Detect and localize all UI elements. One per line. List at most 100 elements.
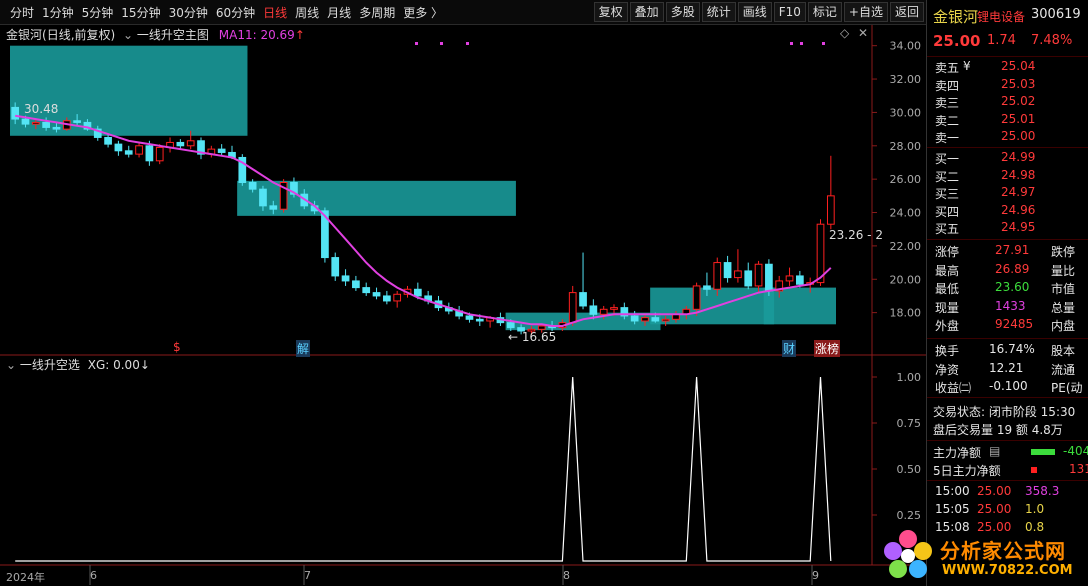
signal-dot-3 [790,42,793,45]
unlock-marker[interactable]: 解 [296,340,311,357]
date-label-jun: 6 [90,569,97,582]
ask-row-4: 卖一 25.00 [927,129,1088,146]
candle-55[interactable] [579,252,587,310]
candle-11[interactable] [124,145,133,158]
toolbar-button-7[interactable]: +自选 [843,2,888,22]
candle-70[interactable] [734,249,742,283]
kline-chart[interactable]: 34.00 32.00 30.00 28.00 26.00 24.00 22.00 20.00… [0,25,926,586]
toolbar-button-8[interactable]: 返回 [889,2,924,22]
period-tab-4[interactable]: 30分钟 [165,4,212,21]
ask-price: 25.02 [1001,94,1036,108]
quote-panel: 金银河 锂电设备 300619 25.00 1.74 7.48% 交易状态: 闭… [926,0,1088,586]
toolbar-button-2[interactable]: 多股 [665,2,700,22]
candle-20[interactable] [217,144,226,156]
dividend-marker[interactable]: $ [173,340,181,354]
candle-10[interactable] [114,140,123,156]
candle-18[interactable] [197,137,205,160]
ask-price: 25.04 [1001,59,1036,73]
main-net5-bar [1031,467,1037,473]
candle-69[interactable] [723,255,732,283]
period-tab-3[interactable]: 15分钟 [117,4,164,21]
period-tab-7[interactable]: 周线 [291,4,323,21]
period-tab-10[interactable]: 更多 〉 [399,4,447,21]
candle-9[interactable] [104,134,112,148]
bid-label: 买二 [935,169,960,184]
table-icon[interactable]: ▤ [989,444,1000,458]
candle-54[interactable] [568,285,577,326]
candle-34[interactable] [362,282,371,296]
toolbar-button-5[interactable]: F10 [773,2,806,22]
close-icon[interactable]: ✕ [858,26,868,40]
price-axis: 34.00 32.00 30.00 28.00 26.00 24.00 22.00 20.00… [872,40,921,320]
candle-35[interactable] [372,287,381,300]
stat2-label2: PE(动 [1051,381,1083,395]
sub-header: ⌄ 一线升空选 XG: 0.00↓ [6,356,150,373]
period-tab-0[interactable]: 分时 [6,4,38,21]
candle-16[interactable] [176,139,185,150]
period-tab-8[interactable]: 月线 [323,4,355,21]
stat-value: 23.60 [995,280,1030,294]
diamond-icon[interactable]: ◇ [840,26,849,40]
tick-row-1: 15:05 25.00 1.0 [927,502,1088,519]
candle-15[interactable] [166,137,174,153]
date-label-sep: 9 [812,569,819,582]
candle-33[interactable] [352,275,360,291]
limit-up-marker[interactable]: 涨榜 [814,340,841,357]
sub-tick-label-0: 1.00 [897,371,922,384]
candle-71[interactable] [744,262,753,290]
period-tab-6[interactable]: 日线 [259,4,291,21]
candle-26[interactable] [279,179,288,213]
period-tab-9[interactable]: 多周期 [355,4,399,21]
ask-price: 25.01 [1001,111,1036,126]
toolbar-button-6[interactable]: 标记 [807,2,842,22]
tick-volume: 358.3 [1025,484,1060,498]
sub-indicator-name[interactable]: 一线升空选 [20,358,80,372]
ask-row-0: 卖五 ¥25.04 [927,59,1088,76]
stat-label2: 量比 [1051,263,1076,278]
ma-arrow-icon: ↑ [294,28,305,42]
ask-label: 卖二 [935,113,960,128]
toolbar-button-3[interactable]: 统计 [701,2,736,22]
signal-dot-5 [822,42,825,45]
candle-79[interactable] [826,155,835,230]
ask-label: 卖一 [935,131,960,145]
stat-row-0: 涨停 27.91 跌停 [927,243,1088,260]
indicator-name[interactable]: 一线升空主图 [137,28,209,42]
toolbar-button-1[interactable]: 叠加 [629,2,664,22]
quote-stock-name: 金银河 [933,8,979,26]
candle-31[interactable] [331,252,340,281]
candle-19[interactable] [207,145,216,158]
sub-chevron-icon[interactable]: ⌄ [6,358,16,372]
chart-mode: (日线,前复权) [42,28,116,42]
stat-label: 最低 [935,282,960,296]
stat-label: 涨停 [935,245,960,259]
quote-sector[interactable]: 锂电设备 [977,8,1025,25]
candle-12[interactable] [135,142,143,158]
sub-tick-label-1: 0.75 [897,417,922,430]
stat2-row-1: 净资 12.21 流通 [927,361,1088,378]
stat-label2: 总量 [1051,300,1076,315]
candle-32[interactable] [341,269,350,286]
period-tab-1[interactable]: 1分钟 [38,4,78,21]
candle-75[interactable] [785,267,794,286]
main-net-label: 主力净额 [933,446,982,460]
candle-37[interactable] [393,290,402,308]
main-net5-value: 131 [1069,462,1088,476]
last-price-label: 23.26 - 2 [829,228,883,242]
period-tab-2[interactable]: 5分钟 [78,4,118,21]
toolbar-button-0[interactable]: 复权 [593,2,628,22]
price-tick-label-0: 34.00 [890,40,922,53]
finance-marker[interactable]: 财 [782,340,797,357]
price-tick-label-6: 22.00 [890,240,922,253]
period-tab-5[interactable]: 60分钟 [212,4,259,21]
candle-22[interactable] [238,154,247,186]
chevron-down-icon[interactable]: ⌄ [123,28,133,42]
high-price-label: 30.48 [24,102,59,116]
bid-row-2: 买三 24.97 [927,185,1088,202]
toolbar-button-4[interactable]: 画线 [737,2,772,22]
candle-36[interactable] [383,290,391,305]
quote-price: 25.00 [933,32,981,50]
signal-dot-1 [440,42,443,45]
signal-dot-0 [415,42,418,45]
price-tick-label-5: 24.00 [890,207,922,220]
